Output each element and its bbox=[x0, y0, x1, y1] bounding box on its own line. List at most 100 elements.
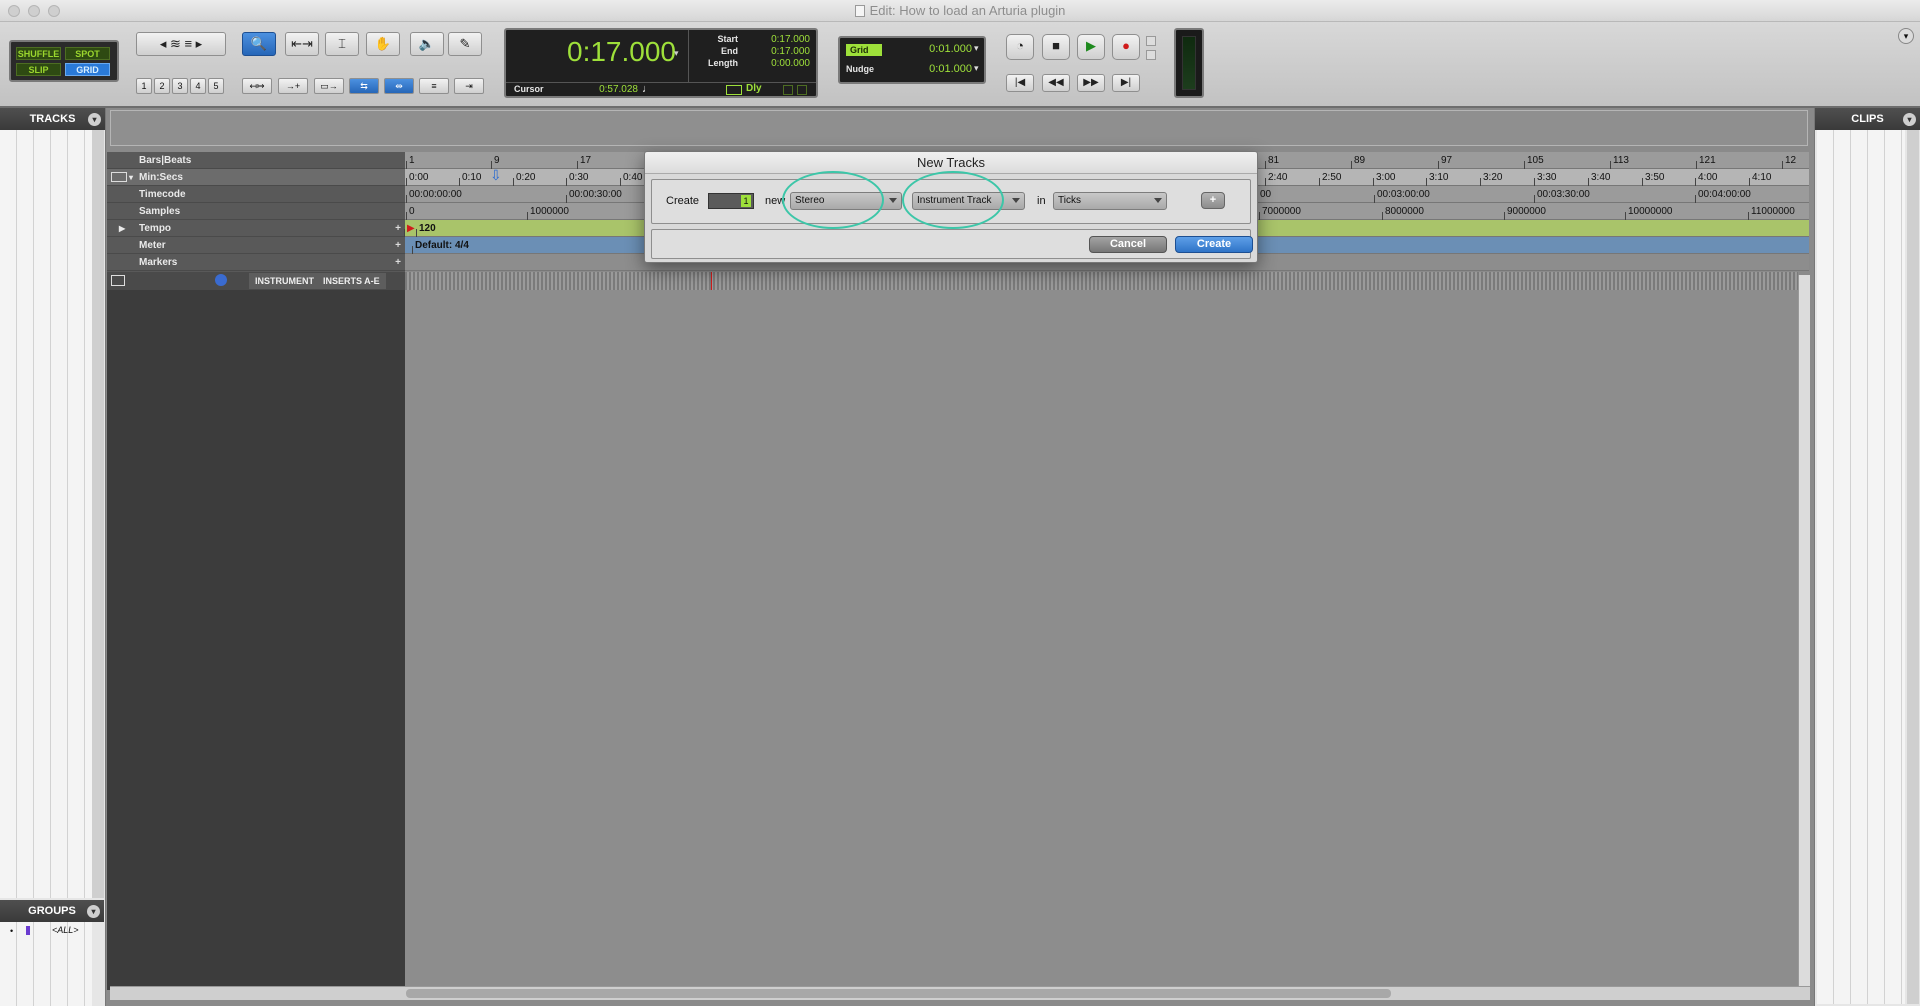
track-count-field[interactable]: 1 bbox=[708, 193, 754, 209]
length-value[interactable]: 0:00.000 bbox=[746, 58, 810, 69]
tracks-menu-icon[interactable]: ▾ bbox=[88, 113, 101, 126]
ruler-label-markers[interactable]: Markers + bbox=[107, 254, 405, 271]
tab-to-transient-icon[interactable]: ↤↦ bbox=[242, 78, 272, 94]
keyboard-focus-icon[interactable]: ⇥ bbox=[454, 78, 484, 94]
tempo-value[interactable]: 120 bbox=[416, 220, 436, 237]
transport-option-icon[interactable] bbox=[1146, 50, 1156, 60]
horizontal-scrollbar[interactable] bbox=[110, 986, 1810, 1000]
ruler-label-bars-beats[interactable]: Bars|Beats bbox=[107, 152, 405, 169]
chevron-down-icon[interactable]: ▾ bbox=[129, 169, 133, 186]
grid-label[interactable]: Grid bbox=[846, 44, 882, 56]
zoom-preset-2[interactable]: 2 bbox=[154, 78, 170, 94]
cursor-value: 0:57.028 bbox=[599, 84, 638, 95]
selector-tool-icon[interactable]: ⌶ bbox=[325, 32, 359, 56]
end-value[interactable]: 0:17.000 bbox=[746, 46, 810, 57]
delay-label[interactable]: Dly bbox=[746, 83, 762, 94]
start-value[interactable]: 0:17.000 bbox=[746, 34, 810, 45]
record-icon[interactable]: ● bbox=[1112, 34, 1140, 60]
timebase-dropdown[interactable]: Ticks bbox=[1053, 192, 1167, 210]
groups-menu-icon[interactable]: ▾ bbox=[87, 905, 100, 918]
ruler-label-tempo[interactable]: ▶ Tempo + bbox=[107, 220, 405, 237]
edit-playlist-area[interactable] bbox=[405, 290, 1798, 990]
add-row-button[interactable]: + bbox=[1201, 192, 1225, 209]
markers-label-text: Markers bbox=[139, 257, 178, 268]
main-counter[interactable]: 0:17.000 bbox=[566, 36, 676, 68]
cursor-label: Cursor bbox=[514, 84, 544, 94]
zoom-preset-4[interactable]: 4 bbox=[190, 78, 206, 94]
add-tempo-icon[interactable]: + bbox=[395, 220, 401, 237]
link-timeline-icon[interactable]: →+ bbox=[278, 78, 308, 94]
clips-list[interactable] bbox=[1817, 130, 1905, 1004]
nudge-value[interactable]: 0:01.000 bbox=[918, 63, 972, 75]
play-icon[interactable]: ▶ bbox=[1077, 34, 1105, 60]
ruler-label-timecode[interactable]: Timecode bbox=[107, 186, 405, 203]
meter-value[interactable]: Default: 4/4 bbox=[412, 237, 469, 254]
track-headers-area[interactable] bbox=[107, 290, 405, 990]
transport-option-icon[interactable] bbox=[1146, 36, 1156, 46]
add-meter-icon[interactable]: + bbox=[395, 237, 401, 254]
playhead-marker-icon[interactable]: ⇩ bbox=[490, 168, 502, 182]
trim-tool-icon[interactable]: ⇤⇥ bbox=[285, 32, 319, 56]
toolbar-menu-icon[interactable]: ▾ bbox=[1898, 28, 1914, 44]
zoom-preset-3[interactable]: 3 bbox=[172, 78, 188, 94]
ruler-labels: Bars|Beats ▾ Min:Secs Timecode Samples ▶… bbox=[107, 152, 405, 290]
zoom-preset-1[interactable]: 1 bbox=[136, 78, 152, 94]
chevron-down-icon[interactable]: ▾ bbox=[974, 63, 979, 74]
link-track-icon[interactable]: ▭→ bbox=[314, 78, 344, 94]
option-icon-a[interactable] bbox=[783, 85, 793, 95]
inserts-view-toggle[interactable]: INSERTS A-E bbox=[317, 273, 386, 289]
time-tick: 3:40 bbox=[1587, 169, 1610, 186]
vertical-scrollbar[interactable] bbox=[1798, 275, 1810, 990]
go-to-end-icon[interactable]: ▶| bbox=[1112, 74, 1140, 92]
spot-mode-button[interactable]: SPOT bbox=[65, 47, 110, 60]
chevron-down-icon[interactable]: ▾ bbox=[674, 48, 679, 59]
clock-icon[interactable] bbox=[215, 274, 227, 286]
time-tick: 2:40 bbox=[1264, 169, 1287, 186]
chevron-down-icon[interactable]: ▾ bbox=[974, 43, 979, 54]
pencil-tool-icon[interactable]: ✎ bbox=[448, 32, 482, 56]
slip-mode-button[interactable]: SLIP bbox=[16, 63, 61, 76]
samples-tick: 0 bbox=[406, 203, 415, 220]
zoom-preset-5[interactable]: 5 bbox=[208, 78, 224, 94]
stop-icon[interactable]: ■ bbox=[1042, 34, 1070, 60]
expand-triangle-icon[interactable]: ▶ bbox=[119, 220, 125, 237]
tracks-scrollbar[interactable] bbox=[92, 130, 104, 898]
rewind-icon[interactable]: ◀◀ bbox=[1042, 74, 1070, 92]
scrubber-tool-icon[interactable]: 🔈 bbox=[410, 32, 444, 56]
cancel-button[interactable]: Cancel bbox=[1089, 236, 1167, 253]
option-icon-b[interactable] bbox=[797, 85, 807, 95]
return-to-zero-icon[interactable]: |◀ bbox=[1006, 74, 1034, 92]
track-options-icon[interactable] bbox=[111, 275, 125, 286]
clips-scrollbar[interactable] bbox=[1907, 130, 1919, 1004]
tracks-list[interactable] bbox=[0, 130, 92, 898]
grid-value[interactable]: 0:01.000 bbox=[918, 43, 972, 55]
group-all-item[interactable]: <ALL> bbox=[52, 925, 79, 935]
link-icon[interactable] bbox=[726, 85, 742, 95]
ruler-label-min-secs[interactable]: ▾ Min:Secs bbox=[107, 169, 405, 186]
fast-forward-icon[interactable]: ▶▶ bbox=[1077, 74, 1105, 92]
ruler-menu-icon[interactable] bbox=[111, 172, 127, 182]
horizontal-scroll-thumb[interactable] bbox=[406, 989, 1391, 998]
bar-tick: 89 bbox=[1350, 152, 1365, 169]
automation-follows-edit-icon[interactable]: ≡ bbox=[419, 78, 449, 94]
ruler-label-samples[interactable]: Samples bbox=[107, 203, 405, 220]
track-count-value[interactable]: 1 bbox=[741, 195, 751, 207]
grabber-tool-icon[interactable]: ✋ bbox=[366, 32, 400, 56]
ruler-label-meter[interactable]: Meter + bbox=[107, 237, 405, 254]
mirror-midi-icon[interactable]: ⇹ bbox=[384, 78, 414, 94]
insertion-follows-playback-icon[interactable]: ⇆ bbox=[349, 78, 379, 94]
timeline-overview-strip[interactable] bbox=[405, 272, 1798, 290]
online-icon[interactable]: ◔ bbox=[1006, 34, 1034, 60]
grid-mode-button[interactable]: GRID bbox=[65, 63, 110, 76]
tempo-marker-icon[interactable]: ▶ bbox=[404, 220, 415, 237]
zoom-controls[interactable]: ◂ ≋ ≡ ▸ bbox=[136, 32, 226, 56]
samples-tick: 1000000 bbox=[527, 203, 569, 220]
window-title: Edit: How to load an Arturia plugin bbox=[0, 3, 1920, 18]
instrument-view-toggle[interactable]: INSTRUMENT bbox=[249, 273, 320, 289]
zoomer-tool-icon[interactable]: 🔍 bbox=[242, 32, 276, 56]
shuffle-mode-button[interactable]: SHUFFLE bbox=[16, 47, 61, 60]
add-marker-icon[interactable]: + bbox=[395, 254, 401, 271]
chevron-down-icon bbox=[1012, 198, 1020, 203]
clips-menu-icon[interactable]: ▾ bbox=[1903, 113, 1916, 126]
create-button[interactable]: Create bbox=[1175, 236, 1253, 253]
